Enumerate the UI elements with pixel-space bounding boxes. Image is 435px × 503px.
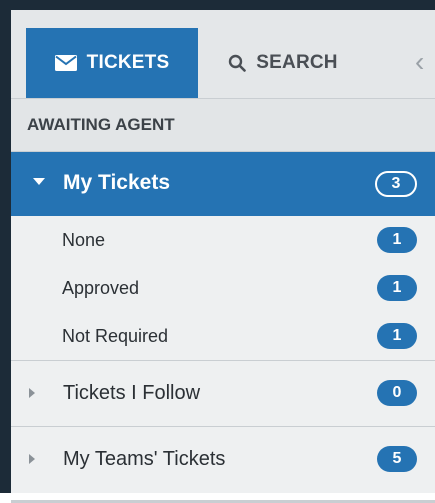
my-tickets-label: My Tickets	[63, 171, 170, 194]
caret-right-icon[interactable]	[29, 454, 35, 464]
tab-tickets-label: TICKETS	[86, 52, 170, 73]
caret-down-icon[interactable]	[33, 178, 45, 185]
ticket-sidebar: TICKETS SEARCH ‹ AWAITING AGENT My Ticke…	[11, 10, 435, 503]
list-item-not-required[interactable]: Not Required 1	[11, 312, 435, 360]
tickets-i-follow-row[interactable]: Tickets I Follow 0	[11, 360, 435, 426]
count-badge: 0	[377, 380, 417, 406]
top-bar	[0, 0, 435, 10]
magnifier-icon	[228, 54, 247, 72]
count-badge: 5	[377, 446, 417, 472]
my-tickets-row[interactable]: My Tickets 3	[11, 152, 435, 216]
list-item-label: None	[62, 230, 106, 250]
group-label: My Teams' Tickets	[63, 448, 226, 470]
group-label: Tickets I Follow	[63, 382, 201, 404]
my-teams-tickets-row[interactable]: My Teams' Tickets 5	[11, 426, 435, 492]
my-tickets-count-badge: 3	[375, 171, 417, 197]
count-badge: 1	[377, 323, 417, 349]
left-edge	[0, 10, 11, 493]
count-badge: 1	[377, 275, 417, 301]
section-header: AWAITING AGENT	[11, 99, 435, 152]
tab-tickets[interactable]: TICKETS	[26, 28, 198, 98]
list-item-label: Approved	[62, 278, 140, 298]
count-badge: 1	[377, 227, 417, 253]
tab-search[interactable]: SEARCH	[198, 28, 368, 98]
section-title: AWAITING AGENT	[27, 115, 175, 134]
list-item-approved[interactable]: Approved 1	[11, 264, 435, 312]
collapse-chevron-icon[interactable]: ‹	[415, 42, 435, 82]
caret-right-icon[interactable]	[29, 388, 35, 398]
list-item-none[interactable]: None 1	[11, 216, 435, 264]
app-frame: TICKETS SEARCH ‹ AWAITING AGENT My Ticke…	[0, 0, 435, 503]
tab-bar: TICKETS SEARCH ‹	[11, 10, 435, 99]
envelope-icon	[54, 55, 77, 71]
list-item-label: Not Required	[62, 326, 169, 346]
tab-search-label: SEARCH	[256, 52, 338, 73]
